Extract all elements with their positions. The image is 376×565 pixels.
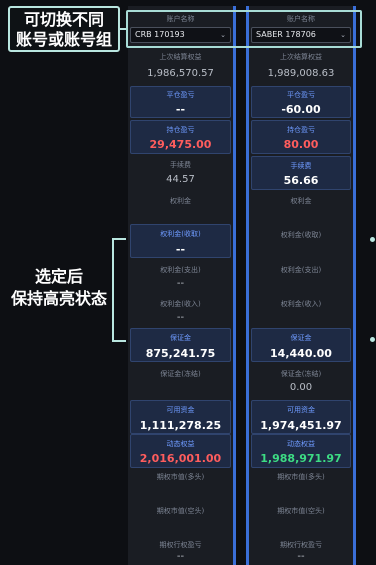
- row-dynamic-equity[interactable]: 动态权益 1,988,971.97: [251, 434, 351, 468]
- account-column-1: 账户名称 CRB 170193 ⌄ 上次结算权益 1,986,570.57 平仓…: [128, 6, 236, 565]
- row-margin-frozen: 保证金(冻结) 0.00: [280, 370, 322, 393]
- row-premium: 权利金: [290, 197, 312, 205]
- row-margin[interactable]: 保证金 875,241.75: [130, 328, 231, 362]
- row-position-pnl[interactable]: 持仓盈亏 29,475.00: [130, 120, 231, 154]
- account-column-2: 账户名称 SABER 178706 ⌄ 上次结算权益 1,989,008.63 …: [246, 6, 356, 565]
- annotation-switch-line1: 可切换不同: [23, 10, 104, 29]
- row-premium-paid: 权利金(支出): [280, 266, 322, 274]
- row-option-short: 期权市值(空头): [277, 507, 325, 515]
- row-premium-received: 权利金(收取): [280, 231, 322, 239]
- row-exercise-pnl: 期权行权盈亏 --: [280, 541, 322, 562]
- row-last-settle: 上次结算权益 1,989,008.63: [267, 53, 335, 79]
- annotation-switch-accounts: 可切换不同 账号或账号组: [8, 6, 120, 52]
- row-premium-income: 权利金(收入): [280, 300, 322, 308]
- row-dynamic-equity[interactable]: 动态权益 2,016,001.00: [130, 434, 231, 468]
- row-last-settle: 上次结算权益 1,986,570.57: [147, 53, 214, 79]
- annotation-keep-line1: 选定后: [34, 267, 83, 286]
- annotation-bracket: [112, 238, 126, 342]
- row-margin[interactable]: 保证金 14,440.00: [251, 328, 351, 362]
- row-fee[interactable]: 手续费 56.66: [251, 156, 351, 190]
- marker-dot-upper: [370, 237, 375, 242]
- annotation-keep-line2: 保持高亮状态: [10, 289, 107, 308]
- row-premium-received[interactable]: 权利金(收取) --: [130, 224, 231, 258]
- row-available[interactable]: 可用资金 1,974,451.97: [251, 400, 351, 434]
- annotation-keep-highlight: 选定后 保持高亮状态: [4, 266, 114, 314]
- row-premium-income: 权利金(收入) --: [160, 300, 201, 323]
- row-close-pnl[interactable]: 平仓盈亏 --: [130, 86, 231, 118]
- marker-dot-lower: [370, 337, 375, 342]
- row-position-pnl[interactable]: 持仓盈亏 80.00: [251, 120, 351, 154]
- account-selectors-highlight: [126, 10, 362, 48]
- row-close-pnl[interactable]: 平仓盈亏 -60.00: [251, 86, 351, 118]
- row-margin-frozen: 保证金(冻结): [160, 370, 201, 378]
- annotation-connector: [120, 28, 126, 30]
- row-premium-paid: 权利金(支出) --: [160, 266, 201, 289]
- row-premium: 权利金: [170, 197, 191, 205]
- annotation-switch-line2: 账号或账号组: [15, 30, 112, 49]
- row-available[interactable]: 可用资金 1,111,278.25: [130, 400, 231, 434]
- row-fee: 手续费 44.57: [166, 161, 195, 185]
- row-option-short: 期权市值(空头): [156, 507, 205, 515]
- row-option-long: 期权市值(多头): [156, 473, 205, 481]
- row-option-long: 期权市值(多头): [277, 473, 325, 481]
- row-exercise-pnl: 期权行权盈亏 --: [159, 541, 202, 562]
